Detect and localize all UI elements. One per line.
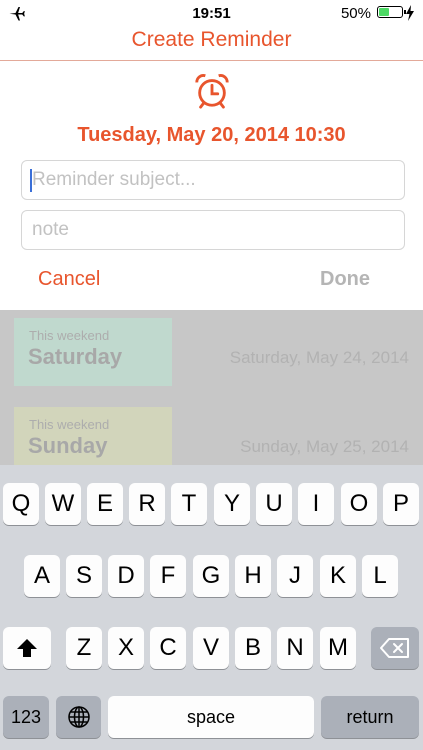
note-input[interactable] [32,211,392,249]
alarm-clock-icon [195,74,229,109]
backspace-key[interactable] [371,627,419,669]
key-t[interactable]: T [171,483,207,525]
key-f[interactable]: F [150,555,186,597]
key-s[interactable]: S [66,555,102,597]
battery-fill [379,8,389,16]
key-c[interactable]: C [150,627,186,669]
list-item-caption: This weekend [29,328,110,343]
key-x[interactable]: X [108,627,144,669]
key-q[interactable]: Q [3,483,39,525]
list-item-day: Sunday [28,433,108,458]
done-button[interactable]: Done [320,268,370,291]
header-divider [0,60,423,61]
key-u[interactable]: U [256,483,292,525]
globe-key[interactable] [56,696,101,738]
key-d[interactable]: D [108,555,144,597]
key-n[interactable]: N [277,627,313,669]
key-l[interactable]: L [362,555,398,597]
return-key[interactable]: return [321,696,419,738]
space-key[interactable]: space [108,696,314,738]
key-a[interactable]: A [24,555,60,597]
key-p[interactable]: P [383,483,419,525]
key-e[interactable]: E [87,483,123,525]
list-item: This weekend Sunday Sunday, May 25, 2014 [0,401,423,465]
key-m[interactable]: M [320,627,356,669]
page-title: Create Reminder [131,28,292,51]
list-item-day: Saturday [28,344,123,369]
key-o[interactable]: O [341,483,377,525]
key-b[interactable]: B [235,627,271,669]
list-item: This weekend Saturday Saturday, May 24, … [0,312,423,386]
cancel-button[interactable]: Cancel [38,268,100,291]
key-g[interactable]: G [193,555,229,597]
key-y[interactable]: Y [214,483,250,525]
numbers-key[interactable]: 123 [3,696,49,738]
status-bar: 19:51 50% [0,0,423,26]
backspace-icon [380,638,409,658]
subject-input[interactable] [32,161,392,199]
key-j[interactable]: J [277,555,313,597]
keyboard: Q W E R T Y U I O P A S D F G H J K L Z … [0,465,423,750]
charging-bolt-icon [406,5,414,21]
background-reminder-list: This weekend Saturday Saturday, May 24, … [0,310,423,465]
key-v[interactable]: V [193,627,229,669]
shift-icon [17,639,37,657]
key-z[interactable]: Z [66,627,102,669]
key-i[interactable]: I [298,483,334,525]
battery-icon [377,6,406,18]
key-h[interactable]: H [235,555,271,597]
shift-key[interactable] [3,627,51,669]
subject-field[interactable] [21,160,405,200]
key-k[interactable]: K [320,555,356,597]
battery-percentage: 50% [340,5,371,22]
key-w[interactable]: W [45,483,81,525]
list-item-date: Saturday, May 24, 2014 [229,348,409,367]
key-r[interactable]: R [129,483,165,525]
globe-icon [67,706,90,728]
list-item-date: Sunday, May 25, 2014 [240,437,409,456]
list-item-caption: This weekend [29,417,110,432]
reminder-datetime[interactable]: Tuesday, May 20, 2014 10:30 [0,124,423,147]
note-field[interactable] [21,210,405,250]
